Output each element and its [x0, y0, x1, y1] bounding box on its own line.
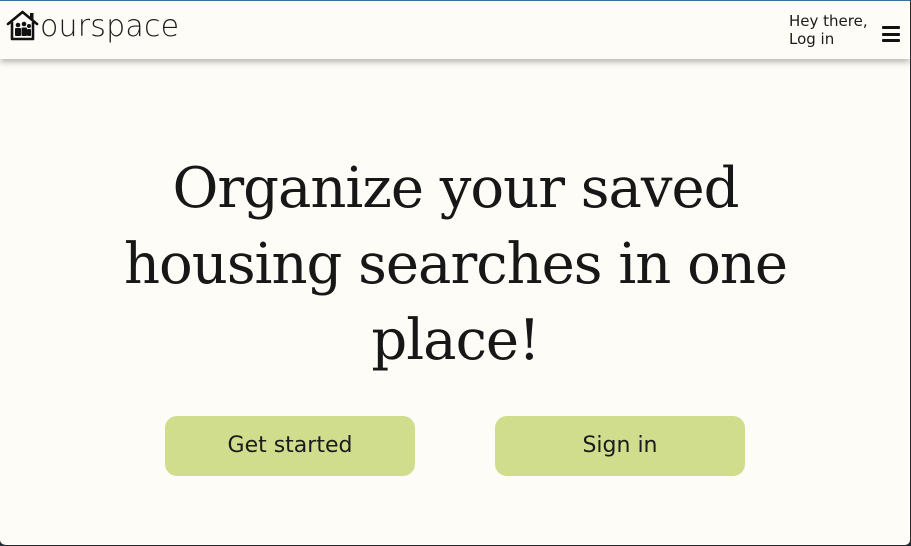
- house-with-people-icon: [6, 10, 39, 40]
- hero-title: Organize your saved housing searches in …: [123, 156, 788, 373]
- app-window: ourspace Hey there, Log in Organize your…: [0, 0, 911, 546]
- login-link[interactable]: Log in: [789, 30, 868, 48]
- sign-in-button[interactable]: Sign in: [495, 416, 745, 476]
- hero-section: Organize your saved housing searches in …: [0, 151, 910, 379]
- greeting-text: Hey there,: [789, 12, 868, 30]
- hamburger-menu-icon[interactable]: [882, 26, 900, 42]
- logo-text: ourspace: [40, 9, 180, 44]
- top-navbar: ourspace Hey there, Log in: [0, 1, 910, 59]
- user-greeting: Hey there, Log in: [789, 12, 868, 48]
- get-started-button[interactable]: Get started: [165, 416, 415, 476]
- logo[interactable]: ourspace: [6, 8, 179, 42]
